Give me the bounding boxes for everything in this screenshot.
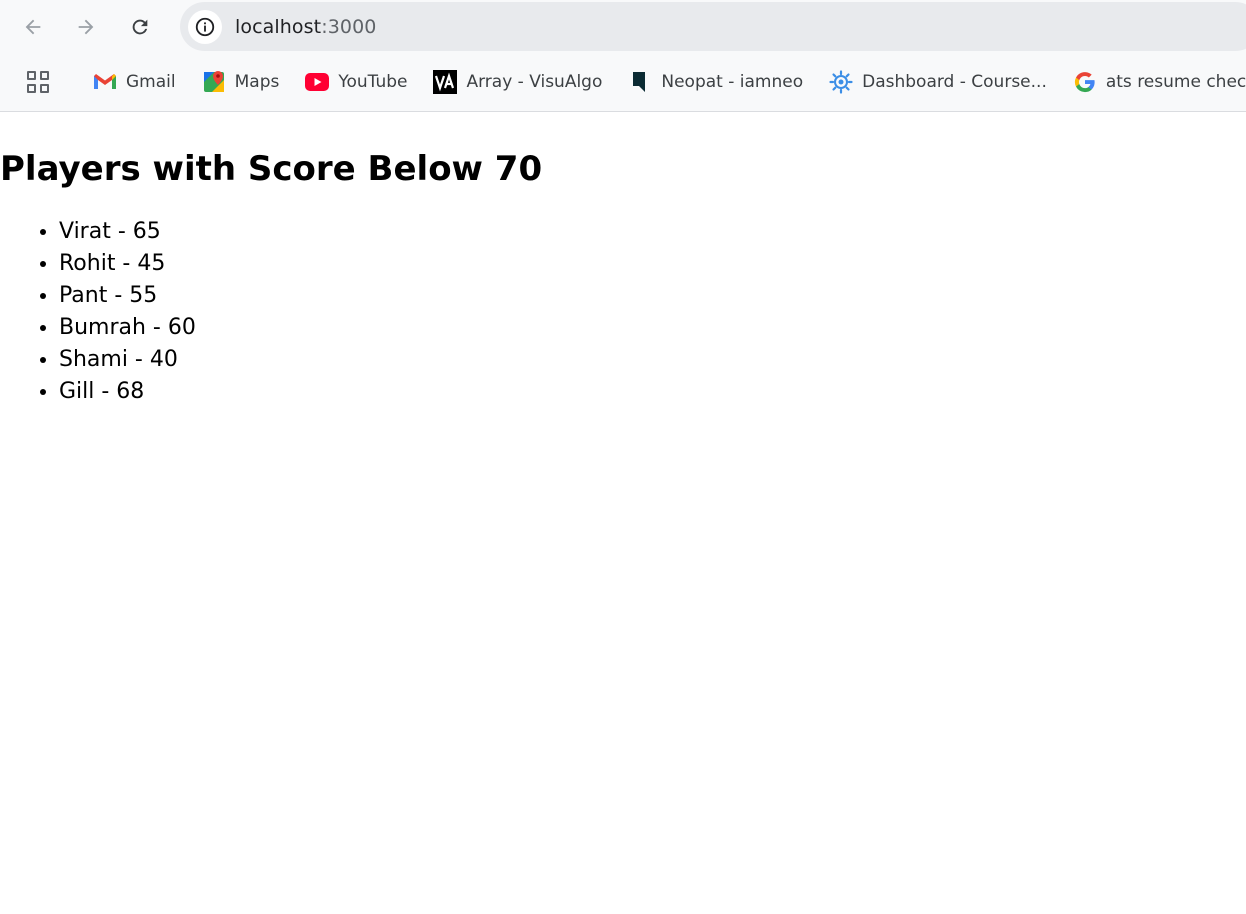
back-arrow-icon bbox=[25, 19, 41, 35]
gmail-icon bbox=[93, 70, 117, 94]
google-icon bbox=[1073, 70, 1097, 94]
player-item: Bumrah - 60 bbox=[59, 312, 1246, 344]
bookmark-ats-resume[interactable]: ats resume checker... bbox=[1063, 65, 1246, 99]
visualgo-icon bbox=[433, 70, 458, 94]
player-item: Rohit - 45 bbox=[59, 248, 1246, 280]
youtube-icon bbox=[305, 70, 330, 94]
bookmark-label: Array - VisuAlgo bbox=[466, 72, 603, 92]
bookmark-gmail[interactable]: Gmail bbox=[83, 65, 186, 99]
browser-chrome: localhost:3000 Gmail Maps YouTube Array … bbox=[0, 0, 1246, 112]
navigation-bar: localhost:3000 bbox=[0, 0, 1246, 55]
page-content: Players with Score Below 70 Virat - 65 R… bbox=[0, 148, 1246, 408]
bookmark-youtube[interactable]: YouTube bbox=[295, 65, 417, 99]
url-port: :3000 bbox=[321, 15, 377, 38]
url-text[interactable]: localhost:3000 bbox=[235, 16, 376, 38]
bookmark-maps[interactable]: Maps bbox=[192, 65, 290, 99]
maps-icon bbox=[202, 70, 226, 94]
bookmarks-bar: Gmail Maps YouTube Array - VisuAlgo Neop… bbox=[0, 62, 1246, 102]
player-item: Pant - 55 bbox=[59, 280, 1246, 312]
dashboard-gear-icon bbox=[829, 70, 853, 94]
reload-button[interactable] bbox=[125, 12, 155, 42]
bookmark-dashboard[interactable]: Dashboard - Course... bbox=[819, 65, 1057, 99]
neopat-icon bbox=[628, 70, 652, 94]
bookmark-label: Dashboard - Course... bbox=[862, 72, 1047, 92]
info-icon bbox=[195, 17, 215, 36]
bookmark-label: ats resume checker... bbox=[1105, 72, 1246, 92]
forward-arrow-icon bbox=[78, 19, 94, 35]
bookmark-label: Maps bbox=[234, 72, 280, 92]
bookmark-visualgo[interactable]: Array - VisuAlgo bbox=[423, 65, 612, 99]
bookmark-label: Neopat - iamneo bbox=[661, 72, 804, 92]
bookmark-neopat[interactable]: Neopat - iamneo bbox=[618, 65, 813, 99]
player-item: Gill - 68 bbox=[59, 376, 1246, 408]
players-list: Virat - 65 Rohit - 45 Pant - 55 Bumrah -… bbox=[0, 216, 1246, 408]
bookmark-label: Gmail bbox=[126, 72, 176, 92]
page-title: Players with Score Below 70 bbox=[0, 149, 543, 189]
player-item: Virat - 65 bbox=[59, 216, 1246, 248]
url-host: localhost bbox=[235, 15, 322, 38]
address-bar[interactable]: localhost:3000 bbox=[180, 2, 1246, 51]
player-item: Shami - 40 bbox=[59, 344, 1246, 376]
reload-icon bbox=[132, 19, 148, 35]
bookmark-label: YouTube bbox=[338, 72, 408, 92]
site-info-button[interactable] bbox=[188, 9, 222, 44]
forward-button[interactable] bbox=[71, 12, 101, 42]
back-button[interactable] bbox=[18, 12, 48, 42]
apps-grid-icon[interactable] bbox=[27, 71, 49, 93]
